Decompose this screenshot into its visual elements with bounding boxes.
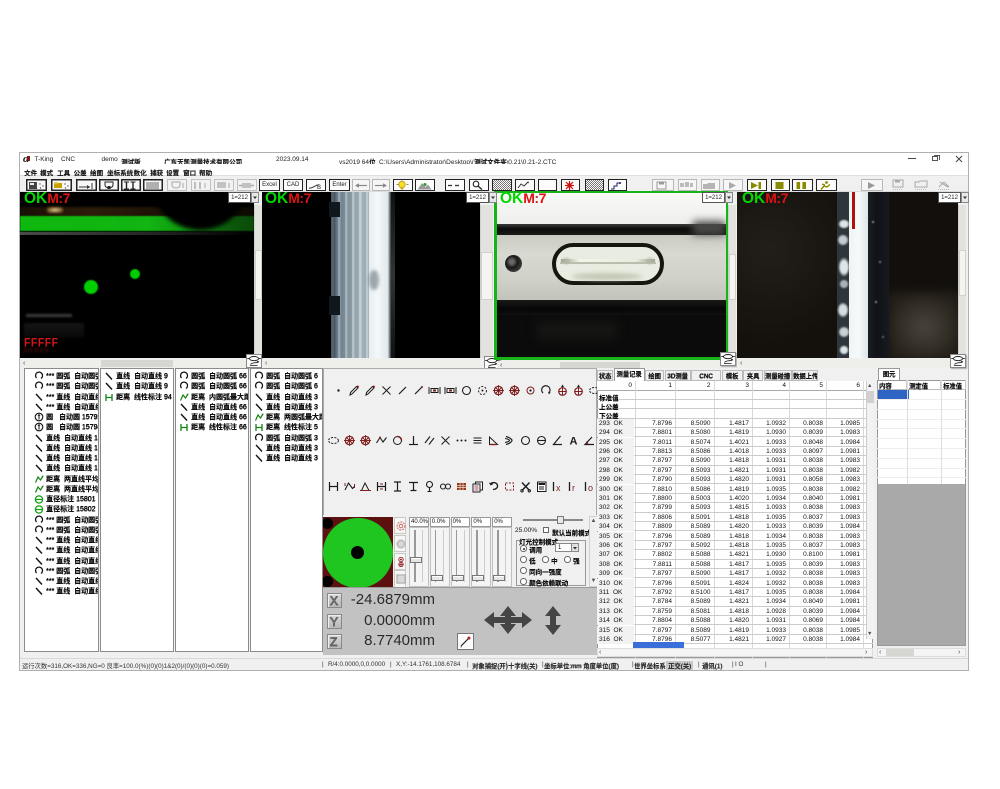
svg-text:r: r: [572, 483, 575, 493]
svg-text:B: B: [317, 185, 321, 191]
svg-text:x: x: [556, 483, 561, 493]
svg-text:Z: Z: [330, 635, 337, 648]
svg-text:o: o: [588, 483, 593, 493]
svg-text:Y: Y: [330, 615, 338, 628]
svg-text:X: X: [330, 594, 338, 607]
svg-text:A: A: [570, 436, 578, 448]
